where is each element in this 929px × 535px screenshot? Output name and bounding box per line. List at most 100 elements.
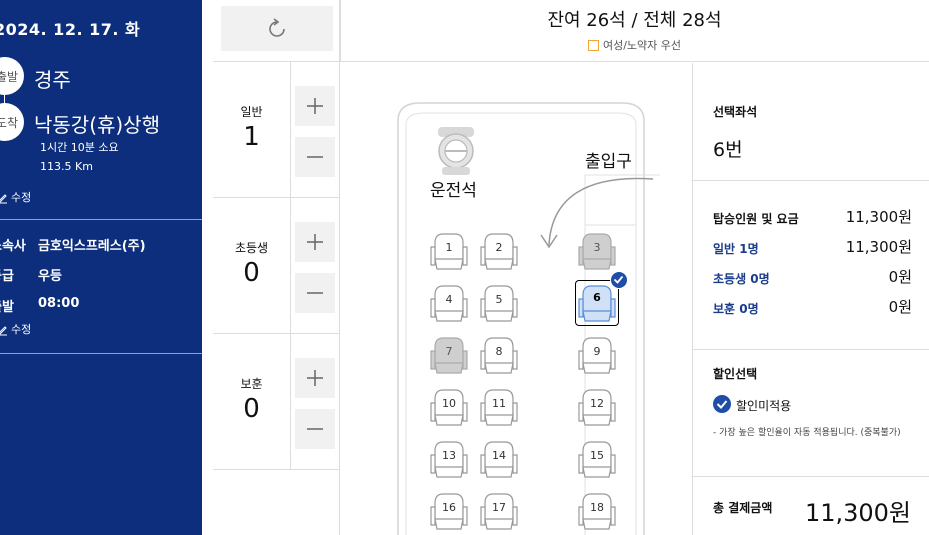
veteran-fare-label: 보훈 0명: [713, 302, 759, 316]
divider: [290, 334, 291, 470]
pencil-icon: [0, 326, 7, 336]
discount-option-label[interactable]: 할인미적용: [736, 397, 791, 414]
grade-value: 우등: [38, 269, 62, 284]
grade-label: 등급: [0, 269, 14, 284]
seat-number: 14: [492, 449, 506, 462]
selected-seat-value: 6번: [713, 139, 743, 161]
total-label: 총 결제금액: [713, 501, 773, 515]
fare-section: 탑승인원 및 요금 11,300원 일반 1명 11,300원 초등생 0명 0…: [693, 181, 929, 350]
seat-9[interactable]: 9: [578, 335, 616, 375]
seat-number: 10: [442, 397, 456, 410]
seat-4[interactable]: 4: [430, 283, 468, 323]
discount-option-radio[interactable]: [713, 395, 731, 413]
refresh-button[interactable]: [221, 6, 333, 51]
booking-summary-panel: 선택좌석 6번 탑승인원 및 요금 11,300원 일반 1명 11,300원 …: [692, 63, 929, 535]
count-value: 0: [243, 258, 260, 288]
count-label: 일반: [240, 105, 263, 119]
seat-3: 3: [578, 231, 616, 271]
trip-distance: 113.5 Km: [40, 160, 93, 173]
total-value: 11,300원: [804, 499, 911, 527]
arrive-terminal: 낙동강(휴)상행: [34, 113, 161, 137]
divider: [290, 198, 291, 334]
fare-value: 11,300원: [845, 208, 912, 226]
increment-child-button[interactable]: [295, 222, 335, 262]
edit-route-button[interactable]: 수정: [0, 189, 31, 205]
minus-icon: [307, 292, 323, 294]
seat-availability-header: 잔여 26석 / 전체 28석 여성/노약자 우선: [340, 0, 929, 62]
decrement-child-button[interactable]: [295, 273, 335, 313]
trip-duration: 1시간 10분 소요: [40, 141, 119, 154]
seat-number: 1: [445, 241, 453, 254]
adult-fare-value: 11,300원: [845, 238, 912, 256]
depart-terminal: 경주: [34, 68, 71, 92]
passenger-count-panel: 일반 1 초등생 0 보훈 0: [202, 0, 340, 535]
edit-schedule-button[interactable]: 수정: [0, 321, 31, 337]
plus-icon: [307, 370, 323, 386]
edit-schedule-label: 수정: [11, 323, 32, 336]
seat-15[interactable]: 15: [578, 439, 616, 479]
company-label: 소속사: [0, 239, 26, 254]
plus-icon: [307, 234, 323, 250]
seat-number: 5: [495, 293, 503, 306]
minus-icon: [307, 428, 323, 430]
divider: [213, 469, 340, 470]
adult-fare-label: 일반 1명: [713, 242, 759, 256]
minus-icon: [307, 156, 323, 158]
depart-badge: 출발: [0, 57, 24, 95]
count-row-adult: 일반 1: [213, 61, 340, 198]
check-icon: [716, 400, 728, 409]
time-value: 08:00: [38, 296, 80, 311]
increment-veteran-button[interactable]: [295, 358, 335, 398]
discount-note: - 가장 높은 할인율이 자동 적용됩니다. (중복불가): [713, 428, 901, 438]
selected-seat-label: 선택좌석: [713, 105, 758, 119]
seat-number: 7: [445, 345, 453, 358]
count-label: 보훈: [240, 377, 263, 391]
seat-number: 4: [445, 293, 453, 306]
seat-12[interactable]: 12: [578, 387, 616, 427]
decrement-veteran-button[interactable]: [295, 409, 335, 449]
divider: [0, 353, 202, 354]
grade-row: 등급 우등: [0, 265, 62, 284]
increment-adult-button[interactable]: [295, 86, 335, 126]
priority-seat-legend: 여성/노약자 우선: [340, 37, 929, 53]
fare-label: 탑승인원 및 요금: [713, 212, 799, 226]
arrive-badge: 도착: [0, 103, 24, 141]
count-value: 0: [243, 394, 260, 424]
seat-11[interactable]: 11: [480, 387, 518, 427]
seat-14[interactable]: 14: [480, 439, 518, 479]
seat-16[interactable]: 16: [430, 491, 468, 531]
seat-number: 6: [593, 291, 601, 304]
selected-check-icon: [610, 271, 628, 289]
seat-number: 15: [590, 449, 604, 462]
seat-number: 11: [492, 397, 506, 410]
decrement-adult-button[interactable]: [295, 137, 335, 177]
seat-5[interactable]: 5: [480, 283, 518, 323]
steering-wheel-icon: [438, 127, 474, 175]
time-row: 출발 08:00: [0, 296, 79, 315]
seat-10[interactable]: 10: [430, 387, 468, 427]
seat-1[interactable]: 1: [430, 231, 468, 271]
seat-number: 13: [442, 449, 456, 462]
count-row-child: 초등생 0: [213, 197, 340, 334]
trip-info-panel: 2024. 12. 17. 화 출발 경주 도착 낙동강(휴)상행 1시간 10…: [0, 0, 202, 535]
company-value: 금호익스프레스(주): [38, 239, 146, 254]
refresh-icon: [269, 17, 285, 37]
child-fare-value: 0원: [888, 268, 912, 286]
divider: [0, 219, 202, 220]
bus-seat-map: 운전석 출입구 1 2 3 4 5 6 7 8 9 10 11 12 13 14 15 16 17 18: [340, 63, 692, 535]
divider: [290, 62, 291, 198]
seat-7: 7: [430, 335, 468, 375]
child-fare-label: 초등생 0명: [713, 272, 770, 286]
seat-number: 18: [590, 501, 604, 514]
trip-date: 2024. 12. 17. 화: [0, 20, 141, 39]
seat-2[interactable]: 2: [480, 231, 518, 271]
seat-6[interactable]: 6: [575, 271, 628, 326]
seat-number: 12: [590, 397, 604, 410]
seat-availability-title: 잔여 26석 / 전체 28석: [547, 10, 722, 31]
veteran-fare-value: 0원: [888, 298, 912, 316]
seat-18[interactable]: 18: [578, 491, 616, 531]
seat-13[interactable]: 13: [430, 439, 468, 479]
seat-8[interactable]: 8: [480, 335, 518, 375]
seat-17[interactable]: 17: [480, 491, 518, 531]
count-value: 1: [243, 122, 260, 152]
